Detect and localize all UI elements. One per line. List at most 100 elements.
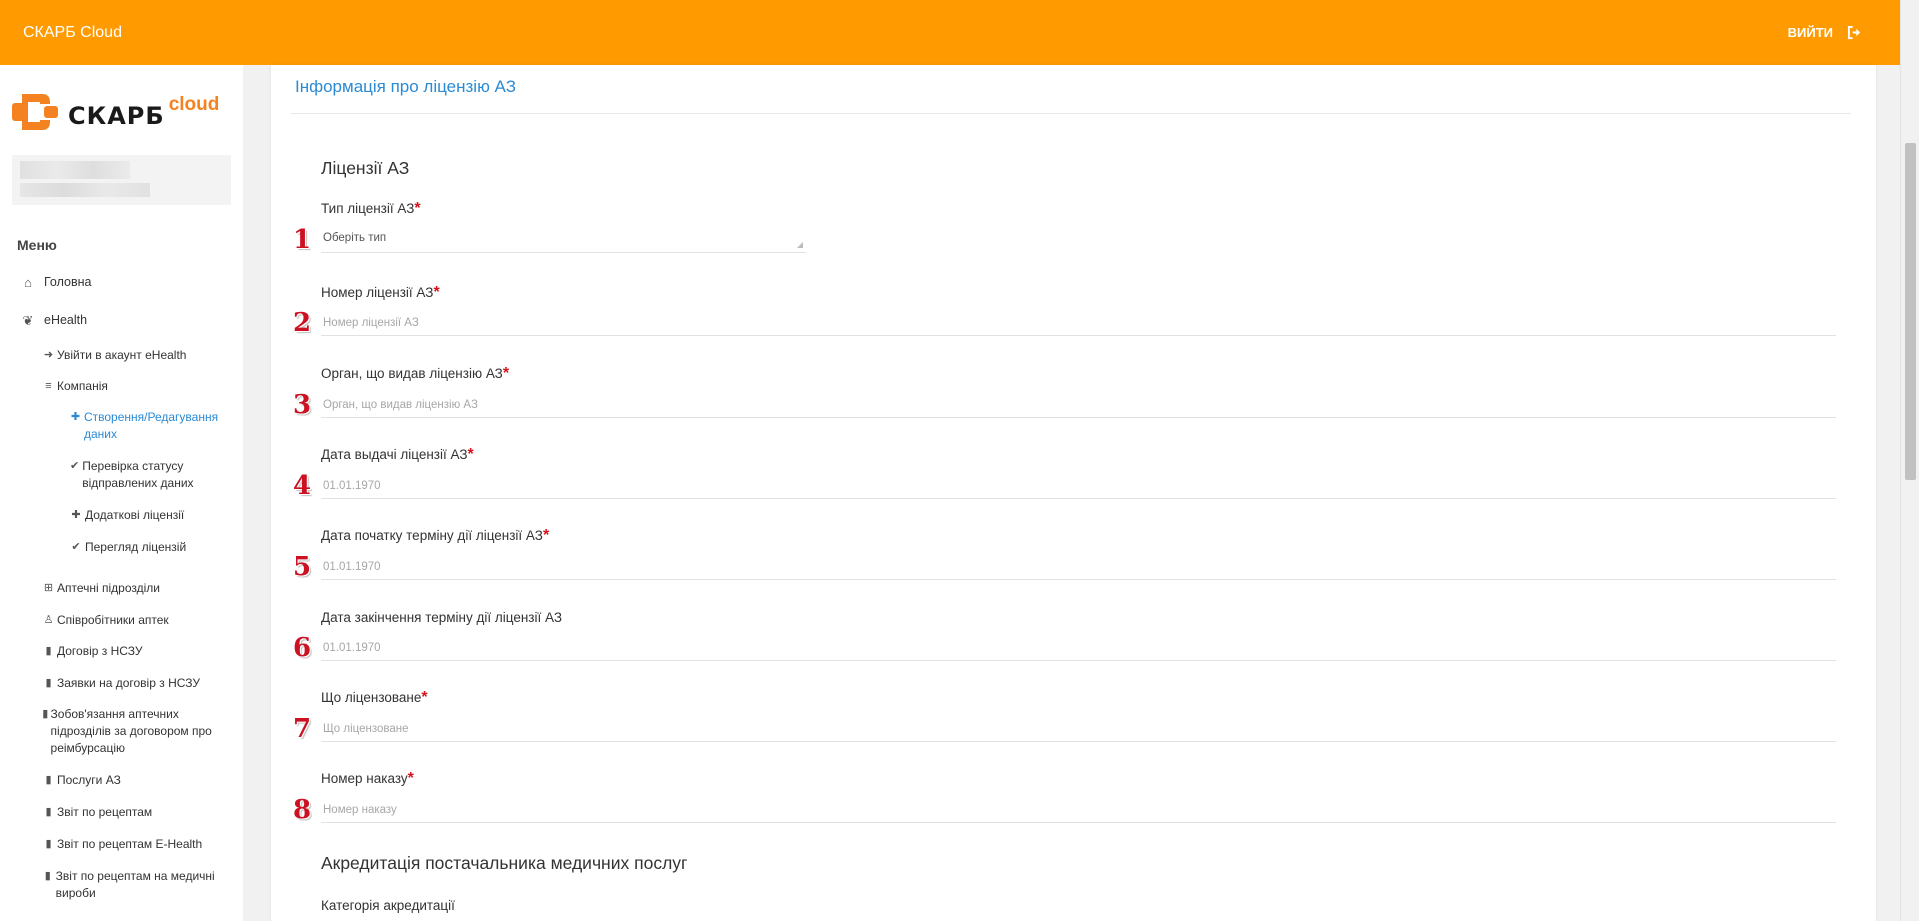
sidebar-item-label: Звіт по рецептам xyxy=(57,805,153,819)
sidebar-item-extra-licenses[interactable]: ✚ Додаткові ліцензії xyxy=(70,507,240,524)
section-title-licenses: Ліцензії АЗ xyxy=(321,158,410,178)
sidebar-item-label: Компанія xyxy=(57,379,108,393)
logo-suffix: cloud xyxy=(168,94,220,115)
sidebar-item-label: Договір з НСЗУ xyxy=(57,644,143,658)
home-icon: ⌂ xyxy=(24,275,32,290)
issuing-authority-label: Орган, що видав ліцензію АЗ* xyxy=(321,365,509,383)
page-scrollbar[interactable] xyxy=(1900,0,1919,921)
plus-icon: ✚ xyxy=(70,411,81,423)
plus-square-icon: ⊞ xyxy=(43,582,54,594)
issuing-authority-input[interactable] xyxy=(321,392,1836,418)
sidebar-item-prescription-report[interactable]: ▮ Звіт по рецептам xyxy=(42,804,237,821)
validity-end-label-text: Дата закінчення терміну дії ліцензії АЗ xyxy=(321,610,562,625)
redacted-user-name xyxy=(20,161,130,179)
sidebar-item-label: Співробітники аптек xyxy=(57,613,169,627)
sidebar-item-label: Перегляд ліцензій xyxy=(85,540,187,554)
license-number-label: Номер ліцензії АЗ* xyxy=(321,284,440,302)
license-type-select[interactable]: Оберіть тип xyxy=(321,227,806,253)
license-number-input[interactable] xyxy=(321,310,1836,336)
top-bar: СКАРБ Cloud ВИЙТИ xyxy=(0,0,1900,65)
order-number-label: Номер наказу* xyxy=(321,770,414,788)
issue-date-label: Дата выдачі ліцензії АЗ* xyxy=(321,446,474,464)
field-marker: 4 xyxy=(293,471,312,501)
sidebar-item-label: eHealth xyxy=(44,313,88,327)
issuing-authority-label-text: Орган, що видав ліцензію АЗ xyxy=(321,366,503,381)
field-marker: 5 xyxy=(293,552,312,582)
required-mark: * xyxy=(467,446,474,463)
sidebar-item-ehealth[interactable]: ❦ eHealth xyxy=(19,312,88,329)
sidebar-item-create-edit[interactable]: ✚ Створення/Редагування даних xyxy=(70,409,240,443)
sidebar-item-az-services[interactable]: ▮ Послуги АЗ xyxy=(42,772,237,789)
sidebar-item-nszu-contract[interactable]: ▮ Договір з НСЗУ xyxy=(42,643,237,660)
sidebar: СКАРБ cloud Меню ⌂ Головна ❦ eHealth ➜ У… xyxy=(0,65,243,921)
sidebar-item-medical-devices-report[interactable]: ▮ Звіт по рецептам на медичні вироби xyxy=(42,868,237,902)
licensed-activity-label: Що ліцензоване* xyxy=(321,689,428,707)
required-mark: * xyxy=(433,284,440,301)
sidebar-item-status-check[interactable]: ✔ Перевірка статусу відправлених даних xyxy=(70,458,240,492)
brand-logo[interactable]: СКАРБ cloud xyxy=(12,90,219,134)
file-icon: ▮ xyxy=(45,774,52,786)
section-title-accreditation: Акредитація постачальника медичних послу… xyxy=(321,853,688,873)
sidebar-item-pharmacy-units[interactable]: ⊞ Аптечні підрозділи xyxy=(42,580,237,597)
file-icon: ▮ xyxy=(45,645,52,657)
sidebar-item-pharmacy-staff[interactable]: ♙ Співробітники аптек xyxy=(42,612,237,629)
sign-out-icon xyxy=(1847,25,1861,40)
order-number-label-text: Номер наказу xyxy=(321,771,408,786)
field-marker: 2 xyxy=(293,308,312,338)
file-icon: ▮ xyxy=(44,870,51,882)
sidebar-item-label: Звіт по рецептам E-Health xyxy=(57,837,203,851)
page-title: Інформація про ліцензію АЗ xyxy=(295,77,516,96)
sidebar-item-label: Зобов'язання аптечних підрозділів за дог… xyxy=(50,707,212,755)
validity-start-label-text: Дата початку терміну дії ліцензії АЗ xyxy=(321,528,543,543)
sidebar-item-view-licenses[interactable]: ✔ Перегляд ліцензій xyxy=(70,539,240,556)
required-mark: * xyxy=(407,770,414,787)
license-form-panel: Інформація про ліцензію АЗ Ліцензії АЗ Т… xyxy=(271,65,1876,921)
sidebar-item-label: Заявки на договір з НСЗУ xyxy=(57,676,200,690)
validity-end-label: Дата закінчення терміну дії ліцензії АЗ xyxy=(321,610,562,625)
field-marker: 1 xyxy=(293,225,312,255)
license-number-label-text: Номер ліцензії АЗ xyxy=(321,285,434,300)
license-type-selected-value: Оберіть тип xyxy=(323,232,387,244)
menu-title: Меню xyxy=(17,237,57,253)
database-icon: ≡ xyxy=(45,380,52,392)
file-icon: ▮ xyxy=(45,806,52,818)
resize-grip-icon xyxy=(797,242,803,248)
sidebar-item-label: Звіт по рецептам на медичні вироби xyxy=(55,869,215,900)
licensed-activity-input[interactable] xyxy=(321,716,1836,742)
field-marker: 7 xyxy=(293,714,312,744)
license-type-label-text: Тип ліцензії АЗ xyxy=(321,201,415,216)
validity-end-input[interactable] xyxy=(321,635,1836,661)
sidebar-item-label: Аптечні підрозділи xyxy=(57,581,161,595)
issue-date-label-text: Дата выдачі ліцензії АЗ xyxy=(321,447,468,462)
required-mark: * xyxy=(414,200,421,217)
field-marker: 3 xyxy=(293,390,312,420)
sidebar-item-company[interactable]: ≡ Компанія xyxy=(42,378,237,395)
redacted-user-detail xyxy=(20,183,150,197)
accreditation-category-label: Категорія акредитації xyxy=(321,898,455,913)
file-icon: ▮ xyxy=(45,677,52,689)
user-icon: ♙ xyxy=(43,614,54,626)
license-type-label: Тип ліцензії АЗ* xyxy=(321,200,421,218)
order-number-input[interactable] xyxy=(321,797,1836,823)
scrollbar-thumb[interactable] xyxy=(1905,143,1916,480)
sidebar-item-label: Послуги АЗ xyxy=(57,773,121,787)
sidebar-item-ehealth-report[interactable]: ▮ Звіт по рецептам E-Health xyxy=(42,836,237,853)
required-mark: * xyxy=(421,689,428,706)
check-icon: ✔ xyxy=(71,541,81,553)
sidebar-item-nszu-applications[interactable]: ▮ Заявки на договір з НСЗУ xyxy=(42,675,237,692)
validity-start-label: Дата початку терміну дії ліцензії АЗ* xyxy=(321,527,549,545)
sidebar-item-label: Перевірка статусу відправлених даних xyxy=(82,459,194,490)
file-icon: ▮ xyxy=(45,838,52,850)
plus-icon: ✚ xyxy=(71,509,81,521)
logo-word: СКАРБ xyxy=(68,102,165,130)
sidebar-item-home[interactable]: ⌂ Головна xyxy=(19,274,92,291)
logout-button[interactable]: ВИЙТИ xyxy=(1788,25,1862,40)
issue-date-input[interactable] xyxy=(321,473,1836,499)
field-marker: 6 xyxy=(293,633,312,663)
sidebar-item-ehealth-login[interactable]: ➜ Увійти в акаунт eHealth xyxy=(42,347,237,364)
sidebar-item-label: Головна xyxy=(44,275,92,289)
sidebar-item-reimbursement-obligations[interactable]: ▮ Зобов'язання аптечних підрозділів за д… xyxy=(42,706,237,757)
logo-mark-icon xyxy=(12,94,58,130)
field-marker: 8 xyxy=(293,795,312,825)
validity-start-input[interactable] xyxy=(321,554,1836,580)
